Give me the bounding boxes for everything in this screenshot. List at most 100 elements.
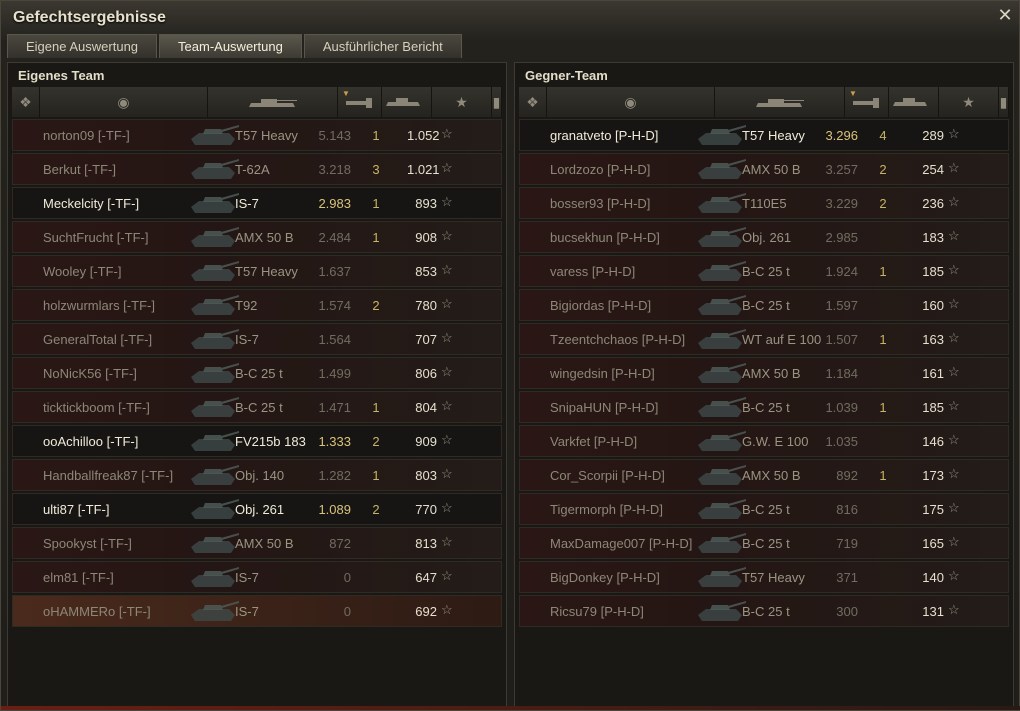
player-icon[interactable]: ◉ [40,87,208,117]
score-value: 893 [415,196,437,211]
star-icon: ☆ [948,126,960,141]
table-row[interactable]: GeneralTotal [-TF-] IS-7 1.564 707 ☆ [12,323,502,355]
player-name: BigDonkey [P-H-D] [550,570,660,585]
xp-icon[interactable]: ▼ [845,87,889,117]
kills-value: 2 [879,162,887,177]
tab-eigene-auswertung[interactable]: Eigene Auswertung [7,34,158,58]
player-name: holzwurmlars [-TF-] [43,298,155,313]
score-value: 236 [922,196,944,211]
player-name: NoNicK56 [-TF-] [43,366,137,381]
score-icon[interactable]: ★ [939,87,999,117]
own-team-title: Eigenes Team [18,68,105,83]
table-row[interactable]: bucsekhun [P-H-D] Obj. 261 2.985 183 ☆ [519,221,1009,253]
table-row[interactable]: Lordzozo [P-H-D] AMX 50 B 3.257 2 254 ☆ [519,153,1009,185]
xp-icon[interactable]: ▼ [338,87,382,117]
table-row[interactable]: holzwurmlars [-TF-] T92 1.574 2 780 ☆ [12,289,502,321]
score-value: 165 [922,536,944,551]
table-row[interactable]: granatveto [P-H-D] T57 Heavy 3.296 4 289 ☆ [519,119,1009,151]
score-value: 804 [415,400,437,415]
kills-icon[interactable] [382,87,432,117]
table-row[interactable]: elm81 [-TF-] IS-7 0 647 ☆ [12,561,502,593]
player-name: ooAchilloo [-TF-] [43,434,139,449]
score-value: 185 [922,264,944,279]
table-row[interactable]: oHAMMERo [-TF-] IS-7 0 692 ☆ [12,595,502,627]
table-row[interactable]: NoNicK56 [-TF-] B-C 25 t 1.499 806 ☆ [12,357,502,389]
score-value: 909 [415,434,437,449]
table-row[interactable]: Meckelcity [-TF-] IS-7 2.983 1 893 ☆ [12,187,502,219]
battle-results-window: Gefechtsergebnisse ✕ Eigene Auswertung T… [0,0,1020,711]
tab-ausfuehrlicher-bericht[interactable]: Ausführlicher Bericht [303,34,462,58]
experience-value: 1.184 [825,366,858,381]
player-name: Lordzozo [P-H-D] [550,162,651,177]
table-row[interactable]: Tzeentchchaos [P-H-D] WT auf E 100 1.507 1 1… [519,323,1009,355]
table-row[interactable]: Tigermorph [P-H-D] B-C 25 t 816 175 ☆ [519,493,1009,525]
table-row[interactable]: Ricsu79 [P-H-D] B-C 25 t 300 131 ☆ [519,595,1009,627]
kills-icon[interactable] [889,87,939,117]
table-row[interactable]: Cor_Scorpii [P-H-D] AMX 50 B 892 1 173 ☆ [519,459,1009,491]
table-row[interactable]: Handballfreak87 [-TF-] Obj. 140 1.282 1 803 ☆ [12,459,502,491]
platoon-icon[interactable]: ❖ [519,87,547,117]
table-row[interactable]: ticktickboom [-TF-] B-C 25 t 1.471 1 804 ☆ [12,391,502,423]
kills-value: 1 [372,400,380,415]
player-name: Handballfreak87 [-TF-] [43,468,174,483]
platoon-icon[interactable]: ❖ [12,87,40,117]
player-name: GeneralTotal [-TF-] [43,332,153,347]
score-value: 183 [922,230,944,245]
table-row[interactable]: Berkut [-TF-] T-62A 3.218 3 1.021 ☆ [12,153,502,185]
tank-icon [698,431,746,451]
score-value: 647 [415,570,437,585]
player-name: Berkut [-TF-] [43,162,116,177]
score-value: 254 [922,162,944,177]
tank-icon [191,159,239,179]
table-row[interactable]: bosser93 [P-H-D] T110E5 3.229 2 236 ☆ [519,187,1009,219]
table-row[interactable]: ooAchilloo [-TF-] FV215b 183 1.333 2 909 ☆ [12,425,502,457]
table-row[interactable]: Bigiordas [P-H-D] B-C 25 t 1.597 160 ☆ [519,289,1009,321]
sort-arrow-icon: ▼ [342,89,350,98]
medal-icon[interactable]: ▮ [492,87,502,117]
experience-value: 3.257 [825,162,858,177]
star-icon: ☆ [441,126,453,141]
kills-value: 2 [879,196,887,211]
table-row[interactable]: Varkfet [P-H-D] G.W. E 100 1.035 146 ☆ [519,425,1009,457]
player-name: varess [P-H-D] [550,264,636,279]
player-icon[interactable]: ◉ [547,87,715,117]
score-icon[interactable]: ★ [432,87,492,117]
star-icon: ☆ [441,602,453,617]
player-name: Cor_Scorpii [P-H-D] [550,468,665,483]
score-value: 163 [922,332,944,347]
star-icon: ☆ [441,262,453,277]
experience-value: 1.333 [318,434,351,449]
table-row[interactable]: SnipaHUN [P-H-D] B-C 25 t 1.039 1 185 ☆ [519,391,1009,423]
star-icon: ☆ [441,534,453,549]
score-value: 770 [415,502,437,517]
experience-value: 2.985 [825,230,858,245]
own-team-header: ❖ ◉ ▼ ★ ▮ [12,87,502,117]
tank-icon[interactable] [715,87,845,117]
tab-team-auswertung[interactable]: Team-Auswertung [159,34,302,58]
player-name: granatveto [P-H-D] [550,128,659,143]
tank-icon [191,465,239,485]
table-row[interactable]: varess [P-H-D] B-C 25 t 1.924 1 185 ☆ [519,255,1009,287]
table-row[interactable]: Spookyst [-TF-] AMX 50 B 872 813 ☆ [12,527,502,559]
tank-icon [191,295,239,315]
table-row[interactable]: BigDonkey [P-H-D] T57 Heavy 371 140 ☆ [519,561,1009,593]
star-icon: ☆ [441,364,453,379]
table-row[interactable]: SuchtFrucht [-TF-] AMX 50 B 2.484 1 908 ☆ [12,221,502,253]
table-row[interactable]: wingedsin [P-H-D] AMX 50 B 1.184 161 ☆ [519,357,1009,389]
player-name: bucsekhun [P-H-D] [550,230,660,245]
player-name: Spookyst [-TF-] [43,536,132,551]
player-name: ulti87 [-TF-] [43,502,110,517]
table-row[interactable]: norton09 [-TF-] T57 Heavy 5.143 1 1.052 ☆ [12,119,502,151]
score-value: 908 [415,230,437,245]
score-value: 813 [415,536,437,551]
kills-value: 1 [879,332,887,347]
star-icon: ☆ [948,262,960,277]
medal-icon[interactable]: ▮ [999,87,1009,117]
tank-icon[interactable] [208,87,338,117]
table-row[interactable]: MaxDamage007 [P-H-D] B-C 25 t 719 165 ☆ [519,527,1009,559]
table-row[interactable]: ulti87 [-TF-] Obj. 261 1.089 2 770 ☆ [12,493,502,525]
table-row[interactable]: Wooley [-TF-] T57 Heavy 1.637 853 ☆ [12,255,502,287]
tank-icon [698,363,746,383]
player-name: norton09 [-TF-] [43,128,130,143]
close-icon[interactable]: ✕ [997,6,1013,24]
